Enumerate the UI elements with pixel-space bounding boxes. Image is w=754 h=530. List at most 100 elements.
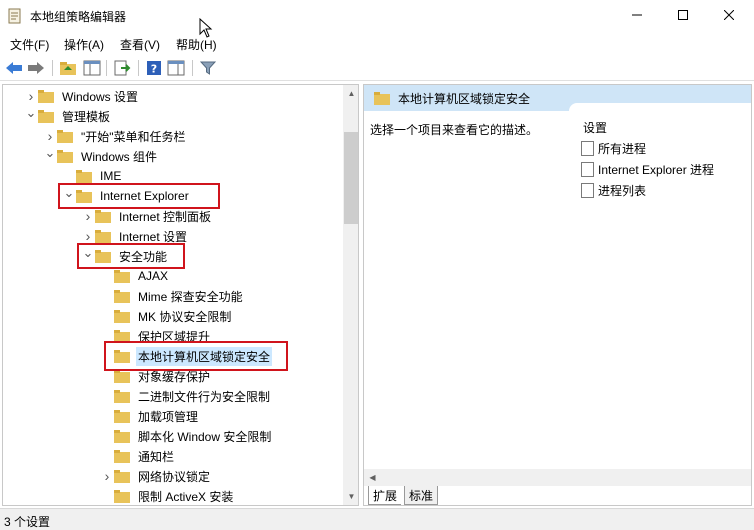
tree-node-label: 脚本化 Window 安全限制 — [138, 429, 272, 444]
close-button[interactable] — [706, 0, 752, 30]
title-bar: 本地组策略编辑器 — [0, 0, 754, 32]
folder-icon — [38, 89, 54, 103]
scroll-down-icon[interactable]: ▼ — [343, 488, 358, 505]
tree-vertical-scrollbar[interactable]: ▲ ▼ — [343, 85, 358, 505]
details-pane: 本地计算机区域锁定安全 选择一个项目来查看它的描述。 设置 所有进程 Inter… — [363, 84, 752, 506]
tree-node-label: Windows 设置 — [62, 89, 139, 104]
tree-node-label: 管理模板 — [62, 109, 111, 124]
tree-node-label: 通知栏 — [138, 449, 175, 464]
setting-item-label: 进程列表 — [598, 183, 647, 198]
up-folder-button[interactable] — [58, 58, 78, 78]
show-hide-tree-icon — [83, 60, 101, 76]
back-button[interactable] — [4, 58, 24, 78]
folder-icon — [374, 91, 390, 105]
help-button[interactable]: ? — [144, 58, 164, 78]
tree-node[interactable]: 限制 ActiveX 安装 — [100, 486, 235, 505]
folder-icon — [114, 489, 130, 503]
maximize-button[interactable] — [660, 0, 706, 30]
forward-icon — [28, 62, 44, 74]
folder-icon — [114, 369, 130, 383]
setting-item[interactable]: 所有进程 — [581, 139, 646, 157]
toolbar: ? — [0, 55, 754, 81]
description-text: 选择一个项目来查看它的描述。 — [370, 123, 539, 137]
policy-setting-icon — [581, 140, 594, 156]
folder-icon — [114, 449, 130, 463]
export-list-button[interactable] — [112, 58, 132, 78]
status-text: 3 个设置 — [4, 515, 51, 529]
tree-node-label: MK 协议安全限制 — [138, 309, 232, 324]
forward-button[interactable] — [26, 58, 46, 78]
tree-node[interactable]: MK 协议安全限制 — [100, 306, 233, 326]
chevron-down-icon[interactable]: ⌄ — [24, 103, 38, 123]
tab-extended[interactable]: 扩展 — [368, 486, 402, 505]
tree-node[interactable]: Mime 探查安全功能 — [100, 286, 245, 306]
maximize-icon — [678, 10, 688, 20]
policy-setting-icon — [581, 161, 594, 177]
scrollbar-thumb[interactable] — [344, 132, 358, 224]
tree-node-label: IME — [100, 169, 122, 183]
tab-standard[interactable]: 标准 — [404, 486, 439, 505]
back-icon — [6, 62, 22, 74]
folder-icon — [57, 149, 73, 163]
tree-node[interactable]: ⌄ Windows 组件 — [43, 143, 159, 166]
close-icon — [724, 10, 734, 20]
settings-column-header[interactable]: 设置 — [583, 119, 607, 136]
tree-node[interactable]: ⌄ 管理模板 — [24, 103, 112, 126]
tree-node-label: 网络协议锁定 — [138, 469, 211, 484]
setting-item[interactable]: 进程列表 — [581, 181, 646, 199]
folder-icon — [57, 129, 73, 143]
details-horizontal-scrollbar[interactable]: ◀ — [364, 469, 751, 486]
folder-icon — [114, 469, 130, 483]
menu-file[interactable]: 文件(F) — [10, 36, 49, 53]
filter-button[interactable] — [198, 58, 218, 78]
export-list-icon — [114, 60, 131, 76]
minimize-button[interactable] — [614, 0, 660, 30]
folder-icon — [95, 209, 111, 223]
tree-node[interactable]: 脚本化 Window 安全限制 — [100, 426, 273, 446]
tree-node[interactable]: › 网络协议锁定 — [100, 466, 212, 486]
tree-node[interactable]: › Internet 控制面板 — [81, 206, 213, 226]
folder-icon — [114, 429, 130, 443]
chevron-right-icon[interactable]: › — [100, 466, 114, 486]
folder-icon — [114, 269, 130, 283]
chevron-down-icon[interactable]: ⌄ — [43, 143, 57, 163]
scroll-up-icon[interactable]: ▲ — [343, 85, 358, 102]
highlight-box-internet-explorer — [58, 183, 220, 209]
tree-node[interactable]: AJAX — [100, 266, 170, 286]
tree-node[interactable]: › Windows 设置 — [24, 86, 140, 106]
tree-node-label: "开始"菜单和任务栏 — [81, 129, 186, 144]
window-title: 本地组策略编辑器 — [30, 10, 127, 24]
tree-node-label: Windows 组件 — [81, 149, 158, 164]
tree-node-label: AJAX — [138, 269, 169, 283]
show-hide-tree-button[interactable] — [82, 58, 102, 78]
chevron-right-icon[interactable]: › — [81, 206, 95, 226]
tree-node-label: 加载项管理 — [138, 409, 199, 424]
tree-pane: › Windows 设置 ⌄ 管理模板 › "开始"菜单和任务栏 ⌄ Windows 组件 IM… — [2, 84, 359, 506]
help-icon: ? — [147, 61, 161, 76]
tree-node[interactable]: 二进制文件行为安全限制 — [100, 386, 272, 406]
menu-view[interactable]: 查看(V) — [120, 36, 160, 53]
menu-action[interactable]: 操作(A) — [64, 36, 104, 53]
highlight-box-local-machine-zone — [104, 341, 288, 371]
tree-node-label: 二进制文件行为安全限制 — [138, 389, 271, 404]
highlight-box-security-features — [77, 243, 185, 269]
tree-node[interactable]: 加载项管理 — [100, 406, 200, 426]
menu-help[interactable]: 帮助(H) — [176, 36, 217, 53]
tree-node-label: Internet 控制面板 — [119, 209, 212, 224]
folder-icon — [114, 309, 130, 323]
scroll-left-icon[interactable]: ◀ — [364, 469, 381, 486]
properties-view-icon — [167, 60, 185, 76]
view-tabs: 扩展 标准 — [364, 486, 751, 505]
setting-item[interactable]: Internet Explorer 进程 — [581, 160, 714, 178]
tree-node[interactable]: › "开始"菜单和任务栏 — [43, 126, 188, 146]
tree-node[interactable]: 通知栏 — [100, 446, 176, 466]
folder-icon — [38, 109, 54, 123]
properties-view-button[interactable] — [166, 58, 186, 78]
svg-text:?: ? — [151, 63, 157, 76]
status-bar: 3 个设置 — [0, 508, 754, 530]
